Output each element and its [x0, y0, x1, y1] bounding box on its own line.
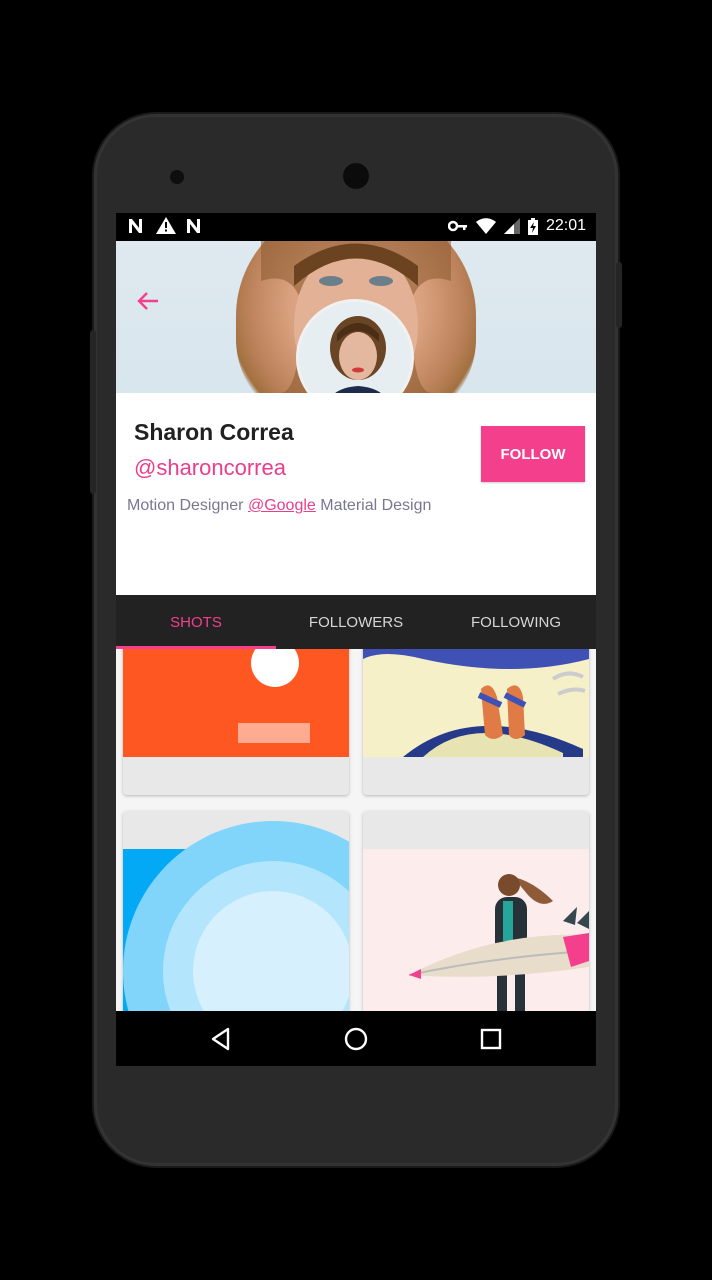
vpn-key-icon: [447, 220, 467, 232]
front-camera: [343, 163, 369, 189]
shot-card[interactable]: [123, 811, 349, 1011]
orange-shot-image: [123, 649, 349, 757]
shots-grid: [116, 649, 596, 1011]
n-notification-icon: [129, 218, 142, 233]
bio-prefix: Motion Designer: [127, 497, 248, 514]
signal-icon: [503, 218, 520, 234]
nav-recents-icon[interactable]: [476, 1024, 506, 1054]
shot-card[interactable]: [363, 649, 589, 795]
shot-card[interactable]: [123, 649, 349, 795]
surfer-shot-image: [363, 811, 589, 1011]
status-time: 22:01: [545, 217, 586, 234]
n-notification-icon: [187, 218, 200, 233]
back-arrow-icon[interactable]: [134, 287, 162, 315]
nav-back-icon[interactable]: [206, 1024, 236, 1054]
profile-handle[interactable]: @sharoncorrea: [134, 455, 286, 481]
profile-name: Sharon Correa: [134, 419, 294, 445]
tab-shots[interactable]: SHOTS: [116, 595, 276, 649]
profile-card: Sharon Correa @sharoncorrea Motion Desig…: [116, 393, 596, 595]
screen: 22:01 Sharon Correa @sharoncorrea Motion…: [116, 213, 596, 1066]
battery-charging-icon: [527, 217, 538, 235]
blue-circles-shot-image: [123, 811, 349, 1011]
wifi-icon: [475, 218, 496, 234]
follow-button[interactable]: FOLLOW: [481, 426, 585, 482]
profile-bio: Motion Designer @Google Material Design: [127, 497, 431, 515]
speaker: [170, 170, 184, 184]
navigation-bar: [116, 1011, 596, 1066]
tab-followers[interactable]: FOLLOWERS: [276, 595, 436, 649]
status-bar: 22:01: [116, 213, 596, 241]
tab-bar: SHOTS FOLLOWERS FOLLOWING: [116, 595, 596, 649]
bio-link[interactable]: @Google: [248, 497, 316, 514]
shot-card[interactable]: [363, 811, 589, 1011]
volume-button: [90, 330, 96, 494]
warning-icon: [156, 217, 176, 234]
nav-home-icon[interactable]: [341, 1024, 371, 1054]
power-button: [616, 262, 622, 328]
bio-suffix: Material Design: [315, 497, 432, 514]
tab-following[interactable]: FOLLOWING: [436, 595, 596, 649]
sandals-shot-image: [363, 649, 589, 757]
